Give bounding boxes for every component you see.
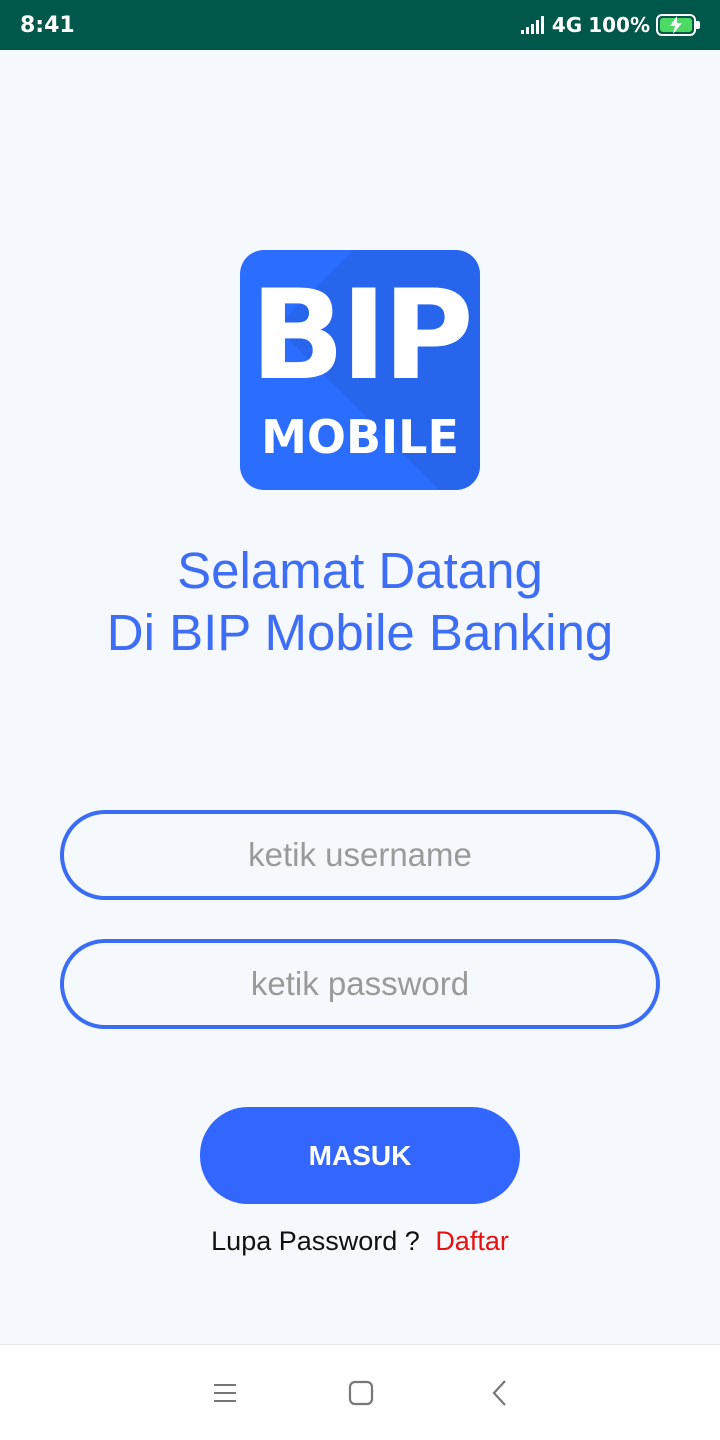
register-link[interactable]: Daftar — [435, 1226, 509, 1256]
bip-mobile-logo: BIP MOBILE — [240, 250, 480, 490]
home-icon[interactable] — [341, 1373, 381, 1413]
login-button[interactable]: MASUK — [200, 1107, 520, 1204]
status-time: 8:41 — [20, 12, 75, 38]
welcome-heading: Selamat Datang Di BIP Mobile Banking — [0, 540, 720, 664]
forgot-password-link[interactable]: Lupa Password ? — [211, 1226, 420, 1256]
battery-percent: 100% — [588, 13, 650, 37]
back-icon[interactable] — [480, 1373, 520, 1413]
signal-icon — [520, 16, 544, 34]
menu-icon[interactable] — [205, 1373, 245, 1413]
account-links: Lupa Password ? Daftar — [0, 1226, 720, 1257]
username-input[interactable] — [60, 810, 660, 900]
welcome-line-2: Di BIP Mobile Banking — [106, 604, 614, 661]
battery-icon — [656, 14, 700, 36]
logo-text-mobile: MOBILE — [261, 410, 459, 464]
network-type: 4G — [551, 13, 583, 37]
navigation-bar — [0, 1344, 720, 1440]
password-input[interactable] — [60, 939, 660, 1029]
status-icons: 4G 100% — [520, 13, 700, 37]
logo-text-bip: BIP — [250, 264, 474, 408]
status-bar: 8:41 4G 100% — [0, 0, 720, 50]
welcome-line-1: Selamat Datang — [177, 542, 543, 599]
